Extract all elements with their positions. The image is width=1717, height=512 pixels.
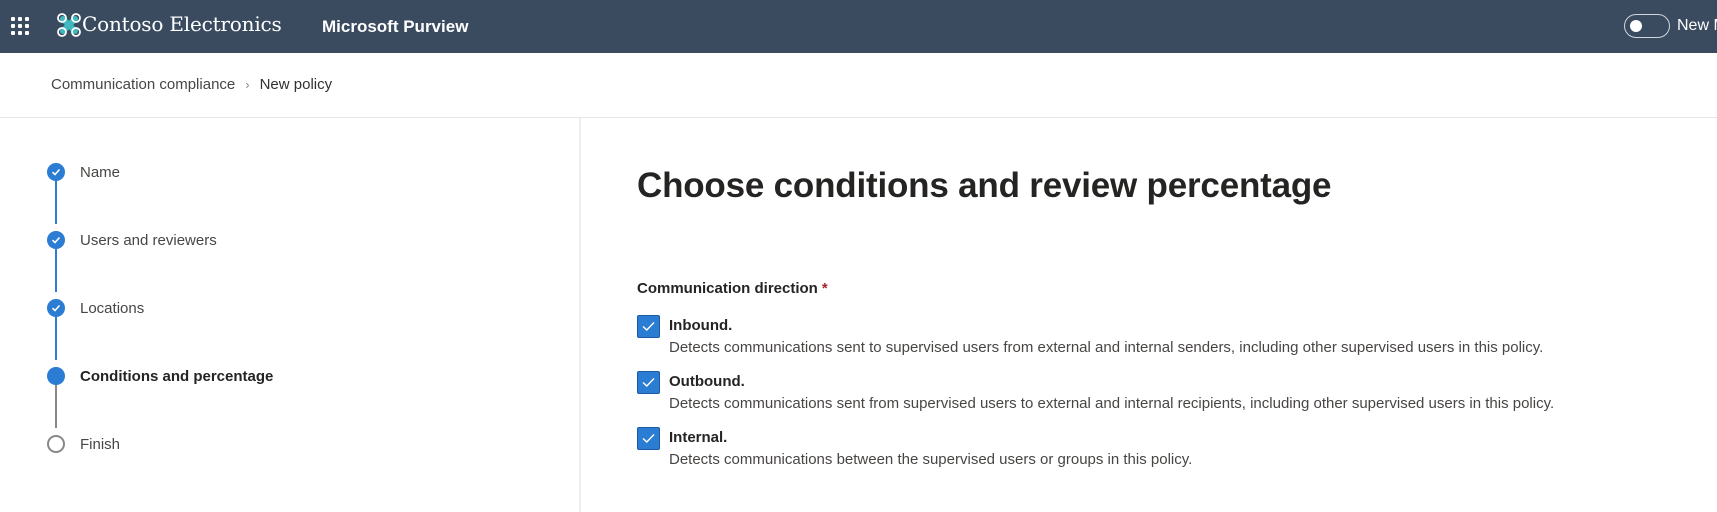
page-title: Choose conditions and review percentage xyxy=(637,166,1332,205)
step-label: Finish xyxy=(80,435,121,453)
check-circle-icon xyxy=(47,231,65,249)
main-content: Choose conditions and review percentage … xyxy=(583,118,1717,512)
option-description: Detects communications sent to supervise… xyxy=(669,339,1544,356)
checkmark-icon xyxy=(642,322,655,331)
toggle-knob xyxy=(1630,20,1642,32)
step-label: Locations xyxy=(80,299,145,317)
new-experience-toggle[interactable] xyxy=(1624,14,1670,38)
check-circle-icon xyxy=(47,299,65,317)
breadcrumb: Communication compliance › New policy xyxy=(51,76,332,93)
step-label: Users and reviewers xyxy=(80,231,217,249)
chevron-right-icon: › xyxy=(245,77,250,92)
check-circle-icon xyxy=(47,163,65,181)
step-connector xyxy=(55,317,57,360)
toggle-label: New M xyxy=(1677,17,1717,34)
waffle-icon[interactable] xyxy=(11,17,29,35)
section-label-text: Communication direction xyxy=(637,280,818,297)
option-description: Detects communications sent from supervi… xyxy=(669,395,1555,412)
option-title[interactable]: Internal. xyxy=(669,429,727,446)
app-name[interactable]: Microsoft Purview xyxy=(322,17,468,37)
step-connector xyxy=(55,181,57,224)
contoso-logo-icon xyxy=(57,13,81,37)
breadcrumb-new-policy: New policy xyxy=(259,76,333,93)
inbound-checkbox[interactable] xyxy=(637,315,660,338)
checkmark-icon xyxy=(642,434,655,443)
step-label: Name xyxy=(80,163,121,181)
step-users-and-reviewers[interactable]: Users and reviewers xyxy=(47,231,217,249)
step-connector xyxy=(55,385,57,428)
step-connector xyxy=(55,249,57,292)
step-name[interactable]: Name xyxy=(47,163,120,181)
required-marker: * xyxy=(821,280,828,297)
wizard-stepper: Name Users and reviewers Locations Condi… xyxy=(0,118,581,512)
top-bar: Contoso Electronics Microsoft Purview Ne… xyxy=(0,0,1717,53)
option-title[interactable]: Outbound. xyxy=(669,373,745,390)
current-step-dot-icon xyxy=(47,367,65,385)
communication-direction-label: Communication direction * xyxy=(637,280,828,297)
option-description: Detects communications between the super… xyxy=(669,451,1193,468)
step-locations[interactable]: Locations xyxy=(47,299,144,317)
step-finish[interactable]: Finish xyxy=(47,435,120,453)
empty-circle-icon xyxy=(47,435,65,453)
breadcrumb-bar: Communication compliance › New policy xyxy=(0,53,1717,118)
internal-checkbox[interactable] xyxy=(637,427,660,450)
breadcrumb-communication-compliance[interactable]: Communication compliance xyxy=(51,76,235,93)
checkmark-icon xyxy=(642,378,655,387)
outbound-checkbox[interactable] xyxy=(637,371,660,394)
option-title[interactable]: Inbound. xyxy=(669,317,732,334)
step-label: Conditions and percentage xyxy=(80,367,274,385)
step-conditions-and-percentage[interactable]: Conditions and percentage xyxy=(47,367,273,385)
brand-name[interactable]: Contoso Electronics xyxy=(82,12,282,36)
